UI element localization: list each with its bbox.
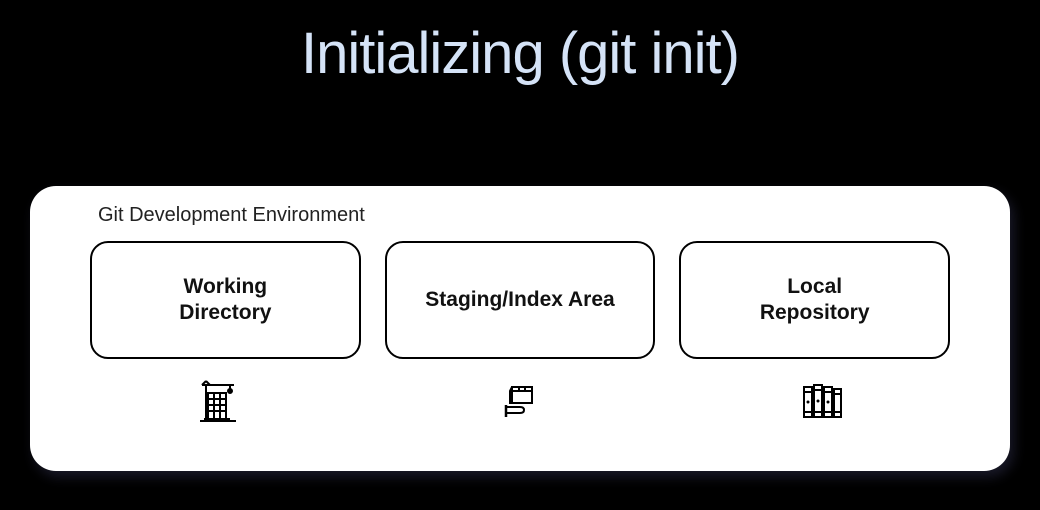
box-label: Working Directory xyxy=(179,274,271,327)
box-row: Working Directory Staging/Index Area Loc… xyxy=(90,241,950,359)
panel-header: Git Development Environment xyxy=(98,204,950,227)
box-staging-area: Staging/Index Area xyxy=(385,241,656,359)
box-label: Local Repository xyxy=(760,274,870,327)
books-icon xyxy=(794,373,850,429)
box-working-directory: Working Directory xyxy=(90,241,361,359)
hand-box-icon xyxy=(492,373,548,429)
box-label: Staging/Index Area xyxy=(425,287,614,313)
environment-panel: Git Development Environment Working Dire… xyxy=(30,186,1010,471)
slide-title: Initializing (git init) xyxy=(0,0,1040,87)
icon-row xyxy=(90,373,950,429)
construction-crane-icon xyxy=(190,373,246,429)
box-local-repository: Local Repository xyxy=(679,241,950,359)
